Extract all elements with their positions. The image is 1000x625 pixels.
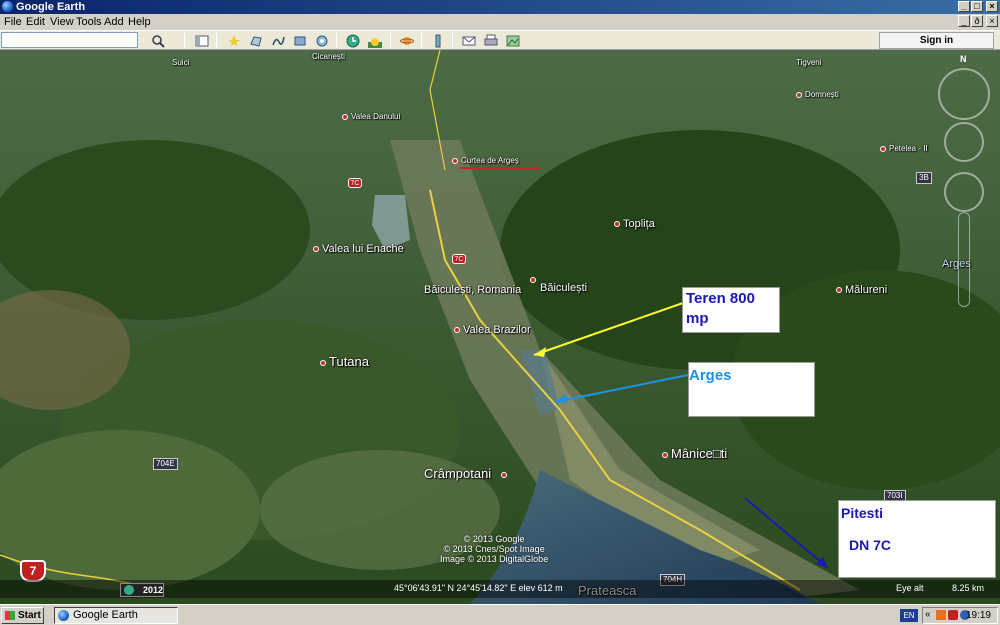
- menu-view[interactable]: View: [50, 16, 74, 28]
- teren-note-line2: mp: [686, 310, 709, 327]
- teren-note-line1: Teren 800: [686, 290, 755, 307]
- toolbar: Sign in: [0, 30, 1000, 50]
- imagery-credits: © 2013 Google © 2013 Cnes/Spot Image Ima…: [440, 534, 549, 564]
- dn7c-note-text: DN 7C: [849, 537, 892, 553]
- print-icon[interactable]: [482, 32, 500, 49]
- clock[interactable]: 19:19: [966, 610, 991, 621]
- tray-expand-arrows[interactable]: «: [925, 609, 931, 620]
- email-icon[interactable]: [460, 32, 478, 49]
- place-tigveni[interactable]: Tigveni: [796, 58, 822, 67]
- eye-alt-label: Eye alt: [896, 583, 924, 593]
- sidebar-toggle-icon[interactable]: [193, 32, 211, 49]
- place-cicanesti[interactable]: Cicanești: [312, 52, 345, 61]
- arges-note-text: Arges: [689, 367, 732, 384]
- polygon-icon[interactable]: [247, 32, 265, 49]
- menu-file[interactable]: File: [4, 16, 22, 28]
- place-valea-lui-enache[interactable]: Valea lui Enache: [313, 243, 404, 255]
- place-baiculesti[interactable]: Băiculești: [530, 274, 587, 294]
- clock-icon: [124, 585, 134, 595]
- overlay-icon[interactable]: [291, 32, 309, 49]
- planets-icon[interactable]: [398, 32, 416, 49]
- sunlight-icon[interactable]: [366, 32, 384, 49]
- place-malureni[interactable]: Mălureni: [836, 284, 887, 296]
- windows-logo-icon: [5, 611, 15, 620]
- road-shield-704e: 704E: [153, 458, 178, 470]
- road-shield-3b: 3B: [916, 172, 932, 184]
- tour-icon[interactable]: [313, 32, 331, 49]
- google-earth-icon: [58, 610, 69, 621]
- pitesti-note: Pitesti DN 7C: [838, 500, 996, 578]
- menu-edit[interactable]: Edit: [26, 16, 45, 28]
- title-bar[interactable]: Google Earth _ □ ×: [0, 0, 1000, 14]
- road-shield-7c: 7C: [452, 254, 466, 264]
- eye-alt-value: 8.25 km: [952, 583, 985, 593]
- imagery-year-badge[interactable]: 2012: [120, 583, 164, 597]
- road-shield-7c-north: 7C: [348, 178, 362, 188]
- pitesti-note-text: Pitesti: [841, 505, 884, 521]
- taskbar: Start Google Earth EN « 19:19: [0, 604, 1000, 625]
- look-joystick[interactable]: [944, 122, 984, 162]
- tray-icon-1[interactable]: [936, 610, 946, 620]
- sign-in-button[interactable]: Sign in: [879, 32, 994, 49]
- mdi-restore-button[interactable]: ð: [971, 15, 983, 27]
- place-crampotani[interactable]: Crâmpotani: [424, 466, 510, 481]
- minimize-button[interactable]: _: [958, 1, 970, 12]
- ruler-icon[interactable]: [429, 32, 447, 49]
- move-joystick[interactable]: [944, 172, 984, 212]
- teren-note: Teren 800 mp: [682, 287, 780, 333]
- coordinates-readout: 45°06'43.91" N 24°45'14.82" E elev 612 m: [394, 583, 563, 593]
- place-baiculesti-romania[interactable]: Băiculești, Romania: [424, 284, 521, 296]
- place-curtea-de-arges[interactable]: Curtea de Argeș: [452, 156, 519, 165]
- menu-tools[interactable]: Tools: [76, 16, 102, 28]
- start-button[interactable]: Start: [1, 607, 44, 624]
- path-icon[interactable]: [269, 32, 287, 49]
- road-shield-7: 7: [20, 560, 46, 582]
- tray-icon-2[interactable]: [948, 610, 958, 620]
- google-earth-window: Google Earth _ □ × File Edit View Tools …: [0, 0, 1000, 604]
- historical-imagery-icon[interactable]: [344, 32, 362, 49]
- mdi-minimize-button[interactable]: _: [958, 15, 970, 27]
- menu-bar: File Edit View Tools Add Help _ ð ×: [0, 14, 1000, 30]
- place-toplita[interactable]: Toplița: [614, 218, 655, 230]
- place-tutana[interactable]: Tutana: [320, 354, 369, 369]
- place-manicesti[interactable]: Mânice□ti: [662, 446, 727, 461]
- search-input[interactable]: [1, 32, 138, 48]
- place-petelea[interactable]: Petelea - II: [880, 144, 928, 153]
- north-indicator: N: [960, 54, 967, 64]
- map-view[interactable]: Curtea de Argeș Valea Danului Cicanești …: [0, 50, 1000, 604]
- place-valea-brazilor[interactable]: Valea Brazilor: [454, 324, 531, 336]
- compass-control[interactable]: N: [938, 54, 990, 120]
- mdi-close-button[interactable]: ×: [986, 15, 998, 27]
- arges-note: Arges: [688, 362, 815, 417]
- system-tray: « 19:19: [922, 607, 998, 624]
- language-indicator[interactable]: EN: [900, 609, 918, 622]
- maximize-button[interactable]: □: [971, 1, 983, 12]
- close-button[interactable]: ×: [986, 1, 998, 12]
- place-valea-danului[interactable]: Valea Danului: [342, 112, 400, 121]
- google-earth-icon: [2, 1, 13, 12]
- zoom-slider[interactable]: [958, 212, 970, 307]
- taskbar-item-google-earth[interactable]: Google Earth: [54, 607, 178, 624]
- search-icon[interactable]: [149, 32, 167, 49]
- window-title: Google Earth: [16, 1, 86, 13]
- menu-help[interactable]: Help: [128, 16, 151, 28]
- place-suici[interactable]: Suici: [172, 58, 189, 67]
- save-image-icon[interactable]: [504, 32, 522, 49]
- place-domnesti[interactable]: Domnești: [796, 90, 839, 99]
- placemark-icon[interactable]: [225, 32, 243, 49]
- menu-add[interactable]: Add: [104, 16, 124, 28]
